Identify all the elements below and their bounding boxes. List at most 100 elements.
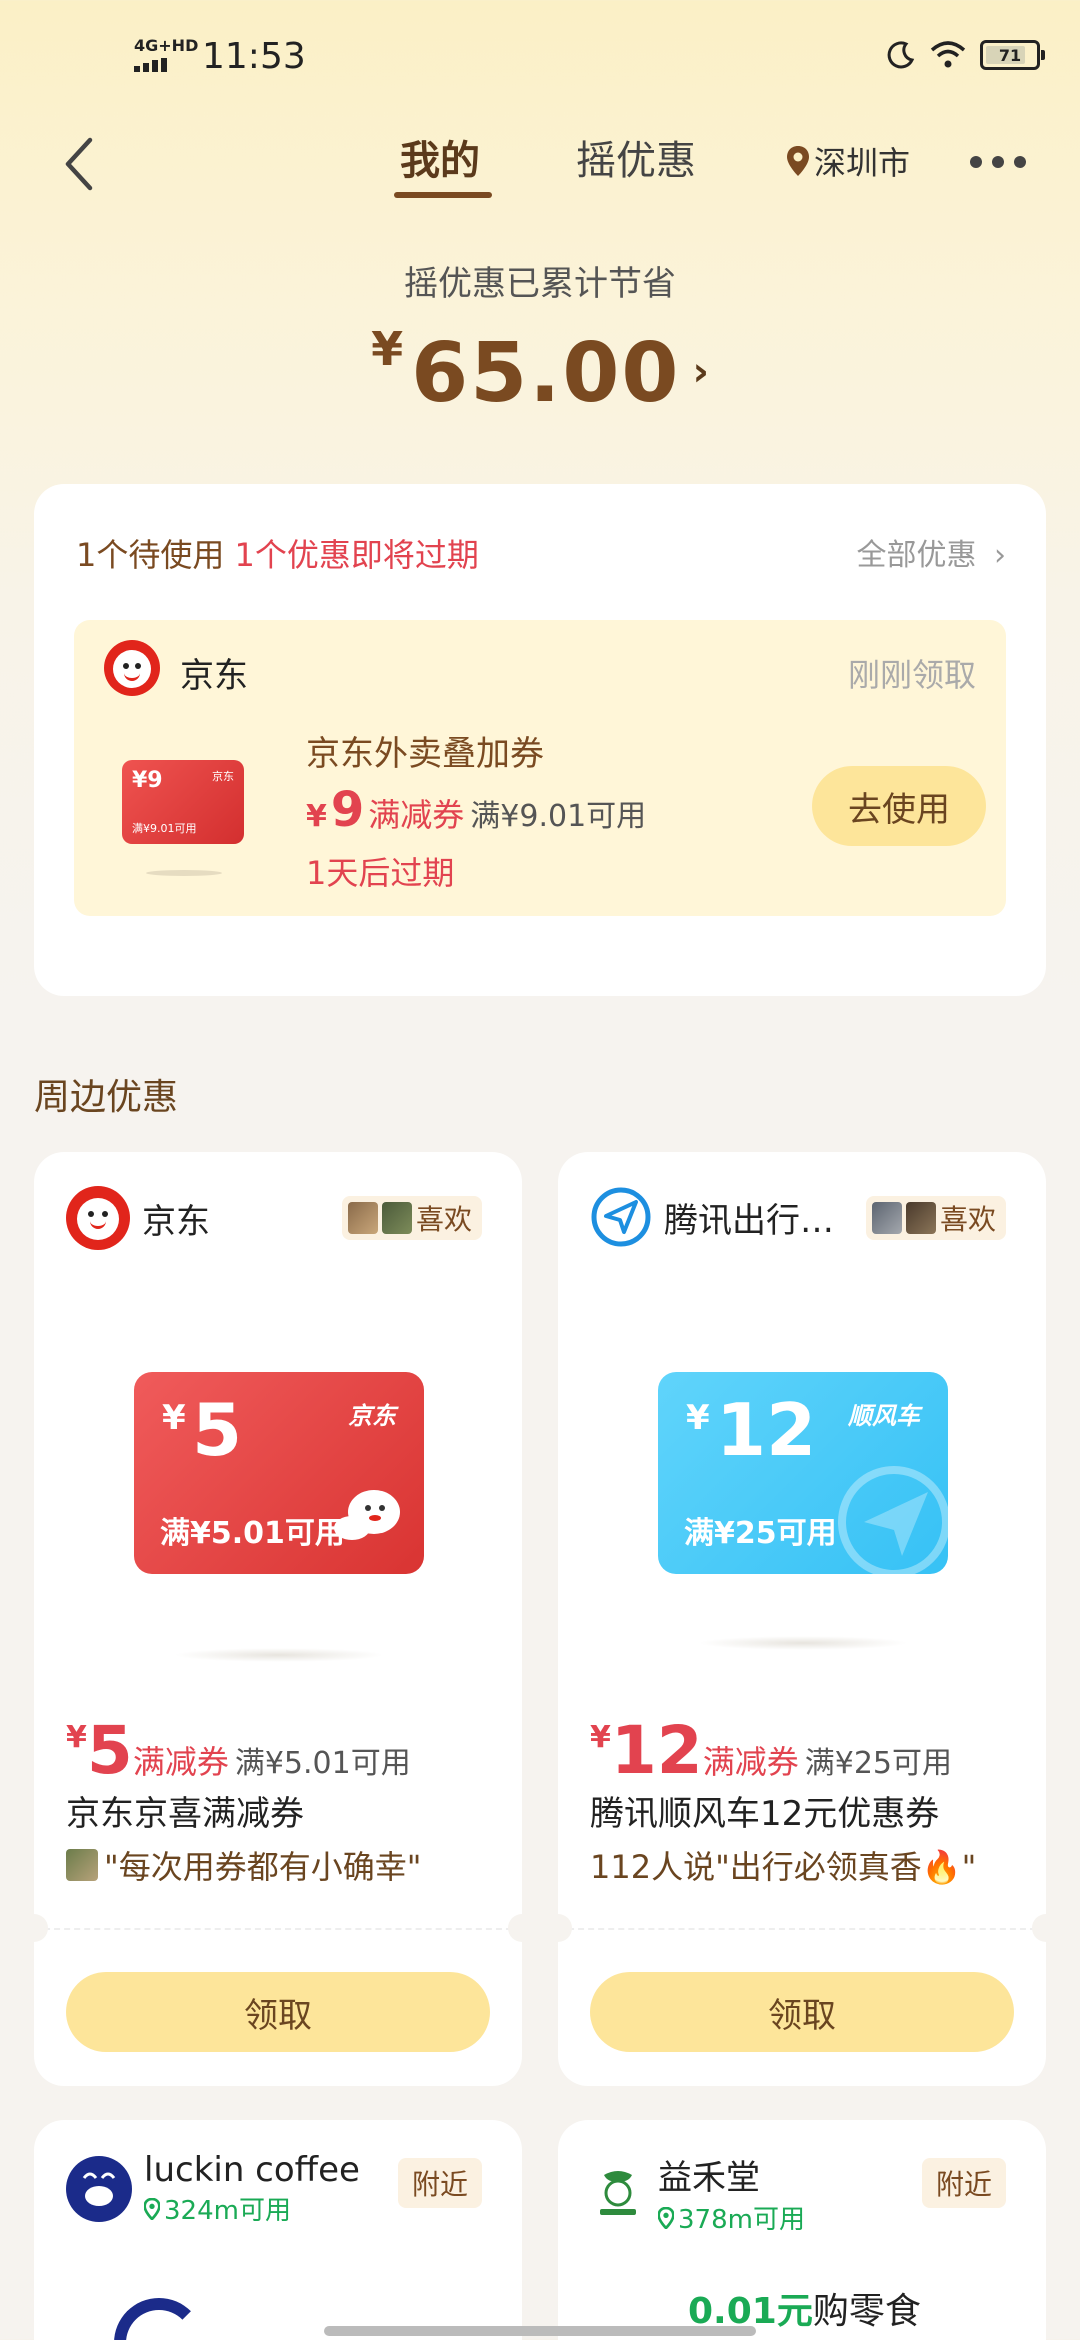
coupon-name: 京东京喜满减券 bbox=[66, 1794, 304, 1834]
price-condition: 满¥25可用 bbox=[804, 1746, 953, 1781]
brand-name: luckin coffee bbox=[144, 2150, 360, 2190]
coupon-name: 腾讯顺风车12元优惠券 bbox=[590, 1794, 940, 1834]
coupon-summary: 1个待使用 1个优惠即将过期 bbox=[76, 530, 479, 576]
chevron-left-icon bbox=[65, 137, 93, 191]
expiry-text: 1天后过期 bbox=[306, 854, 455, 892]
savings-label: 摇优惠已累计节省 bbox=[404, 264, 676, 304]
avatar bbox=[871, 1202, 902, 1234]
price-currency: ¥ bbox=[66, 1720, 87, 1755]
coupon-shadow bbox=[174, 1648, 384, 1662]
nearby-coupon-card-jd[interactable]: 京东 喜欢 ¥ 5 京东 满¥5.01可用 ¥5满减券 满¥5.01可用 京东京喜… bbox=[20, 1152, 536, 2086]
status-icons: 71 bbox=[886, 40, 1045, 70]
back-button[interactable] bbox=[58, 132, 118, 202]
price-condition: 满¥5.01可用 bbox=[234, 1746, 411, 1781]
coupon-image-currency: ¥ bbox=[686, 1398, 710, 1438]
coupon-image-condition: 满¥25可用 bbox=[684, 1516, 837, 1551]
price-value: 9 bbox=[330, 782, 365, 838]
like-badge: 喜欢 bbox=[341, 1196, 482, 1240]
like-label: 喜欢 bbox=[415, 1203, 472, 1236]
jd-logo-icon bbox=[66, 1186, 130, 1250]
location-pin-icon bbox=[787, 146, 809, 176]
more-button[interactable] bbox=[970, 156, 1026, 168]
coupon-image-brand: 京东 bbox=[348, 1402, 396, 1430]
quote-avatar bbox=[66, 1849, 98, 1881]
more-dot-icon bbox=[1014, 156, 1026, 168]
like-label: 喜欢 bbox=[939, 1203, 996, 1236]
tab-mine[interactable]: 我的 bbox=[400, 128, 480, 186]
status-bar: 4G+HD 11:53 71 bbox=[0, 0, 1080, 120]
brand-info: 益禾堂 378m可用 bbox=[658, 2150, 805, 2236]
savings-amount[interactable]: ¥65.00 › bbox=[0, 322, 1080, 421]
coupon-thumbnail: ¥9 京东 满¥9.01可用 bbox=[122, 760, 244, 844]
tab-shake-deals[interactable]: 摇优惠 bbox=[576, 128, 696, 186]
moon-icon bbox=[887, 41, 915, 69]
price-type: 满减券 bbox=[132, 1743, 229, 1781]
location-pin-icon bbox=[144, 2197, 160, 2220]
location-pin-icon bbox=[658, 2206, 674, 2229]
claim-button[interactable]: 领取 bbox=[590, 1972, 1014, 2052]
card-notch bbox=[544, 1914, 572, 1942]
coupon-brand: 京东 bbox=[180, 656, 248, 696]
all-coupons-label: 全部优惠 bbox=[856, 538, 977, 573]
claim-button[interactable]: 领取 bbox=[66, 1972, 490, 2052]
nearby-coupon-card-luckin[interactable]: luckin coffee 324m可用 附近 bbox=[34, 2120, 522, 2340]
brand-info: luckin coffee 324m可用 bbox=[144, 2150, 360, 2227]
brand-name: 腾讯出行… bbox=[664, 1200, 834, 1241]
coupon-image-value: 5 bbox=[192, 1388, 243, 1472]
user-quote: "每次用券都有小确幸" bbox=[66, 1842, 421, 1888]
brand-name: 益禾堂 bbox=[658, 2158, 760, 2198]
battery-icon: 71 bbox=[980, 40, 1045, 70]
coupon-image-value: 12 bbox=[716, 1388, 817, 1472]
chevron-right-icon: › bbox=[692, 349, 709, 395]
price-value: 5 bbox=[86, 1712, 133, 1789]
thumbnail-brand: 京东 bbox=[212, 770, 234, 783]
chevron-right-icon: › bbox=[994, 538, 1006, 573]
promo-label: 购零食 bbox=[812, 2291, 921, 2332]
coupon-image-peek bbox=[114, 2298, 204, 2340]
like-badge: 喜欢 bbox=[865, 1196, 1006, 1240]
thumbnail-shadow bbox=[146, 870, 222, 876]
coupon-price: ¥9 满减券 满¥9.01可用 bbox=[306, 782, 646, 838]
navigation-arrow-icon bbox=[838, 1466, 948, 1574]
quote-text: 112人说"出行必领真香🔥" bbox=[590, 1848, 977, 1886]
brand-name: 京东 bbox=[142, 1201, 210, 1242]
network-label: 4G+HD bbox=[134, 36, 199, 55]
more-dot-icon bbox=[970, 156, 982, 168]
signal-icon bbox=[134, 58, 198, 72]
city-label: 深圳市 bbox=[814, 144, 911, 182]
city-selector[interactable]: 深圳市 bbox=[786, 138, 910, 184]
nearby-coupon-card-yihetang[interactable]: 益禾堂 378m可用 附近 0.01元购零食 bbox=[558, 2120, 1046, 2340]
avatar bbox=[381, 1202, 412, 1234]
tab-indicator bbox=[394, 192, 492, 198]
thumbnail-value: ¥9 bbox=[132, 768, 163, 793]
home-indicator[interactable] bbox=[324, 2326, 756, 2336]
pending-count: 1个待使用 bbox=[76, 536, 225, 574]
claim-time: 刚刚领取 bbox=[847, 656, 976, 694]
brand-row: 京东 bbox=[66, 1186, 210, 1250]
distance-label: 324m可用 bbox=[164, 2196, 291, 2226]
jd-logo-icon bbox=[104, 640, 160, 696]
network-indicator: 4G+HD bbox=[134, 38, 198, 72]
nearby-coupon-card-tencent[interactable]: 腾讯出行… 喜欢 ¥ 12 顺风车 满¥25可用 ¥12满减券 满¥25可用 腾讯… bbox=[544, 1152, 1060, 2086]
brand-row: luckin coffee 324m可用 bbox=[66, 2150, 360, 2227]
price-line: ¥12满减券 满¥25可用 bbox=[590, 1712, 952, 1789]
distance: 324m可用 bbox=[144, 2190, 360, 2227]
my-coupons-card: 1个待使用 1个优惠即将过期 全部优惠 › 京东 刚刚领取 ¥9 京东 满¥9.… bbox=[34, 484, 1046, 996]
more-dot-icon bbox=[992, 156, 1004, 168]
price-currency: ¥ bbox=[590, 1720, 611, 1755]
all-coupons-link[interactable]: 全部优惠 › bbox=[856, 530, 1006, 574]
distance: 378m可用 bbox=[658, 2199, 805, 2236]
price-line: ¥5满减券 满¥5.01可用 bbox=[66, 1712, 411, 1789]
clock: 11:53 bbox=[202, 36, 306, 77]
owned-coupon[interactable]: 京东 刚刚领取 ¥9 京东 满¥9.01可用 京东外卖叠加券 ¥9 满减券 满¥9.… bbox=[74, 620, 1006, 916]
coupon-image-condition: 满¥5.01可用 bbox=[160, 1516, 345, 1551]
nearby-section-title: 周边优惠 bbox=[34, 1077, 179, 1118]
card-notch bbox=[508, 1914, 536, 1942]
coupon-image-brand: 顺风车 bbox=[848, 1402, 920, 1430]
top-nav: 我的 摇优惠 深圳市 bbox=[0, 120, 1080, 210]
price-value: 12 bbox=[610, 1712, 703, 1789]
luckin-logo-icon bbox=[66, 2155, 132, 2222]
price-currency: ¥ bbox=[306, 799, 327, 834]
savings-currency: ¥ bbox=[371, 322, 404, 376]
use-coupon-button[interactable]: 去使用 bbox=[812, 766, 986, 846]
